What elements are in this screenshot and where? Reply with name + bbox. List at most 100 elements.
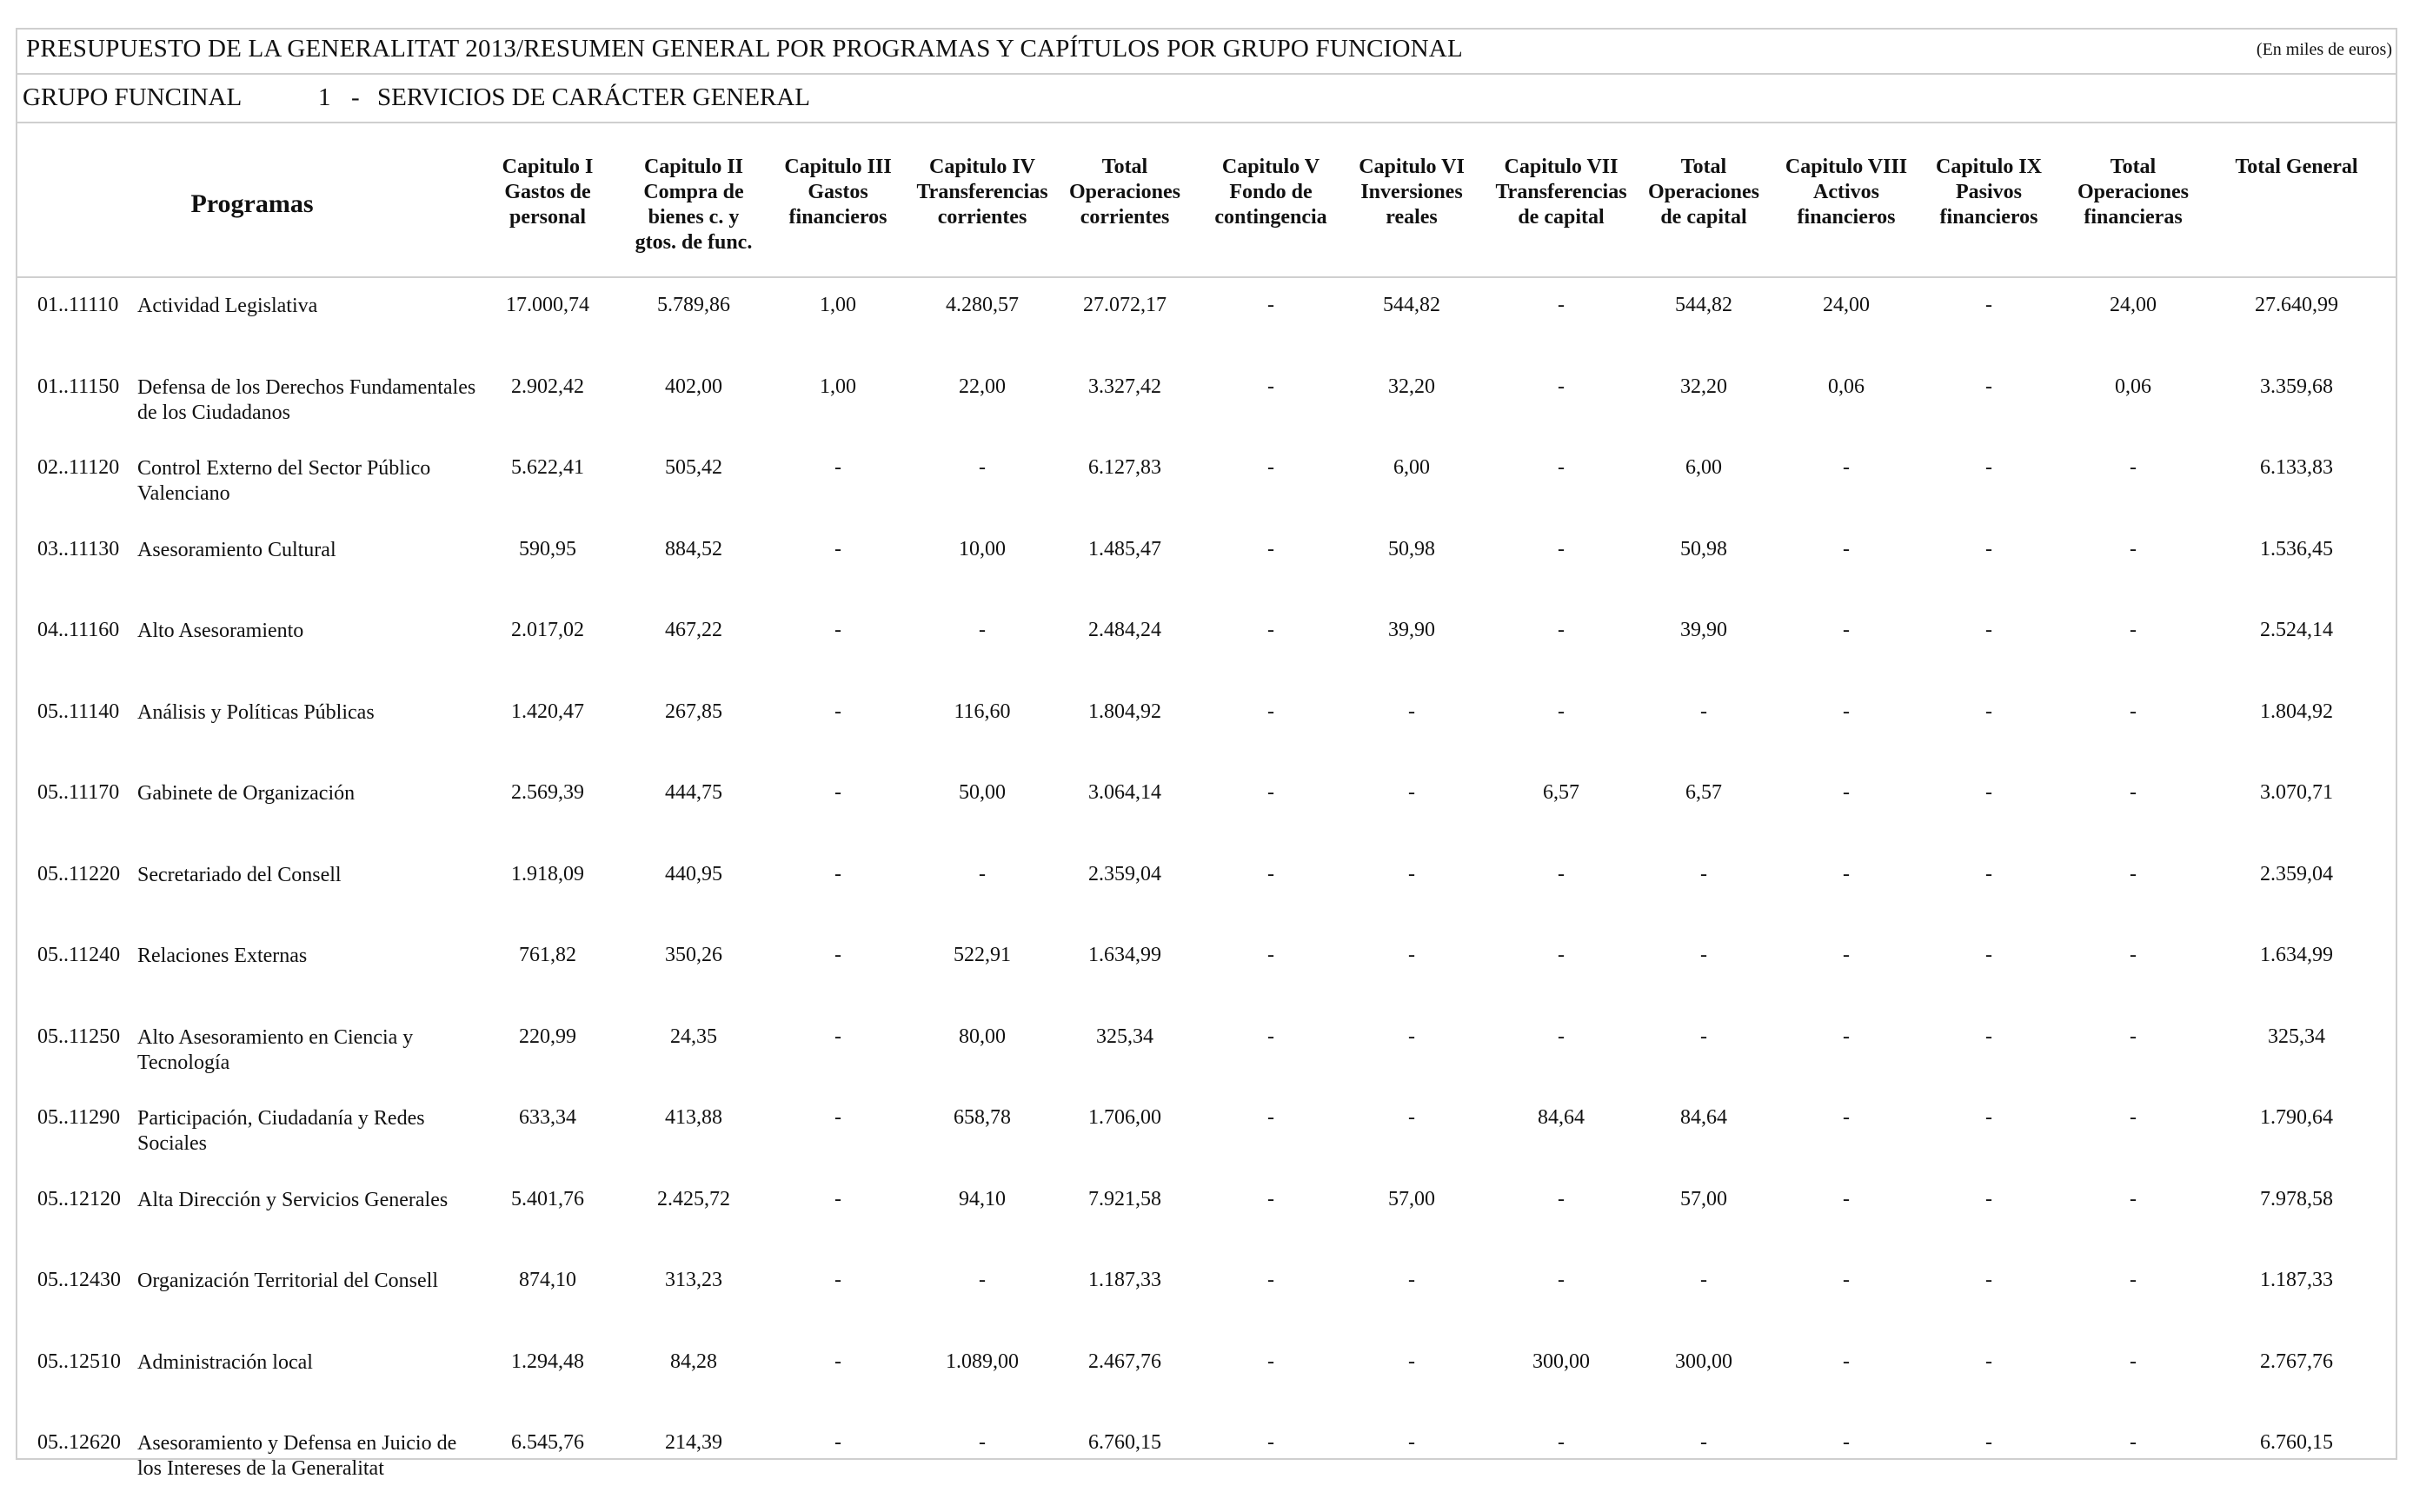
table-cell: -: [1985, 862, 1992, 885]
table-cell: 1.187,33: [2260, 1269, 2333, 1291]
table-cell: 22,00: [959, 375, 1006, 398]
table-cell: -: [1843, 1187, 1850, 1210]
table-cell: 6,57: [1685, 781, 1722, 804]
table-cell: -: [1985, 1350, 1992, 1373]
table-cell: -: [1558, 375, 1565, 398]
table-cell: -: [2130, 944, 2137, 966]
table-cell: 39,90: [1388, 619, 1435, 641]
program-name: Asesoramiento y Defensa en Juicio de los…: [137, 1432, 457, 1480]
table-cell: 0,06: [2115, 375, 2151, 398]
table-cell: 267,85: [665, 700, 722, 723]
table-cell: -: [834, 1431, 841, 1454]
table-cell: -: [1843, 1025, 1850, 1048]
table-cell: 1.420,47: [511, 700, 584, 723]
table-cell: -: [979, 1269, 986, 1291]
program-code: 04..11160: [37, 619, 120, 641]
table-cell: 24,00: [2110, 294, 2157, 316]
table-cell: 3.070,71: [2260, 781, 2333, 804]
table-cell: -: [1985, 1269, 1992, 1291]
table-cell: 2.467,76: [1088, 1350, 1161, 1373]
table-cell: -: [2130, 1431, 2137, 1454]
table-cell: -: [834, 781, 841, 804]
program-name: Relaciones Externas: [137, 945, 308, 967]
table-cell: -: [1843, 781, 1850, 804]
table-cell: -: [1985, 1187, 1992, 1210]
program-name: Administración local: [137, 1350, 313, 1374]
table-cell: 1.187,33: [1088, 1269, 1161, 1291]
column-header: Capitulo IV Transferencias corrientes: [916, 156, 1048, 229]
program-code: 05..12120: [37, 1187, 121, 1210]
table-cell: -: [834, 619, 841, 641]
table-row: 03..11130 Asesoramiento Cultural 590,95 884…: [17, 538, 2396, 619]
table-cell: 24,00: [1823, 294, 1870, 316]
table-row: 05..11140 Análisis y Políticas Públicas 1.…: [17, 700, 2396, 781]
program-name: Organización Territorial del Consell: [137, 1270, 438, 1292]
column-header: Total Operaciones de capital: [1648, 156, 1759, 229]
table-cell: 220,99: [519, 1025, 576, 1048]
table-cell: -: [1408, 1025, 1415, 1048]
table-cell: -: [1700, 1269, 1707, 1291]
table-cell: 1,00: [820, 375, 856, 398]
program-name: Control Externo del Sector Público Valen…: [137, 457, 431, 505]
table-cell: 32,20: [1388, 375, 1435, 398]
table-cell: 5.622,41: [511, 456, 584, 479]
program-code: 03..11130: [37, 537, 120, 560]
title-bar: PRESUPUESTO DE LA GENERALITAT 2013/RESUM…: [17, 30, 2396, 75]
table-cell: -: [2130, 537, 2137, 560]
budget-summary-table-frame: PRESUPUESTO DE LA GENERALITAT 2013/RESUM…: [16, 28, 2397, 1480]
table-cell: -: [1558, 1025, 1565, 1048]
table-cell: -: [1267, 1106, 1274, 1129]
table-cell: -: [834, 1350, 841, 1373]
table-cell: -: [1267, 1431, 1274, 1454]
program-code: 02..11120: [37, 456, 120, 479]
table-row: 01..11110 Actividad Legislativa 17.000,74 5…: [17, 294, 2396, 375]
table-cell: -: [1843, 700, 1850, 723]
table-cell: 2.569,39: [511, 781, 584, 804]
table-cell: 17.000,74: [506, 294, 589, 316]
table-cell: 1.485,47: [1088, 537, 1161, 560]
table-row: 01..11150 Defensa de los Derechos Fundame…: [17, 375, 2396, 456]
table-cell: 544,82: [1383, 294, 1440, 316]
program-name: Alto Asesoramiento: [137, 620, 304, 642]
table-cell: 94,10: [959, 1187, 1006, 1210]
program-name: Asesoramiento Cultural: [137, 538, 336, 561]
table-cell: -: [834, 1106, 841, 1129]
table-cell: -: [1700, 1025, 1707, 1048]
table-cell: -: [2130, 1025, 2137, 1048]
table-cell: -: [2130, 1269, 2137, 1291]
table-cell: -: [1267, 700, 1274, 723]
table-cell: 24,35: [670, 1025, 717, 1048]
table-cell: 1.294,48: [511, 1350, 584, 1373]
table-cell: 6.127,83: [1088, 456, 1161, 479]
table-cell: -: [1408, 1431, 1415, 1454]
table-cell: -: [1408, 700, 1415, 723]
table-cell: -: [1558, 862, 1565, 885]
table-cell: 39,90: [1680, 619, 1727, 641]
table-cell: 2.902,42: [511, 375, 584, 398]
table-cell: -: [1558, 1269, 1565, 1291]
table-cell: -: [834, 1187, 841, 1210]
table-cell: -: [1843, 1431, 1850, 1454]
table-cell: -: [1843, 944, 1850, 966]
table-row: 05..11220 Secretariado del Consell 1.918,0…: [17, 863, 2396, 944]
table-cell: 300,00: [1675, 1350, 1732, 1373]
table-cell: -: [1408, 944, 1415, 966]
table-cell: -: [1267, 1269, 1274, 1291]
table-cell: 1.804,92: [1088, 700, 1161, 723]
table-row: 05..11290 Participación, Ciudadanía y Red…: [17, 1106, 2396, 1187]
table-cell: 1.536,45: [2260, 537, 2333, 560]
table-cell: -: [979, 1431, 986, 1454]
table-cell: 57,00: [1680, 1187, 1727, 1210]
table-cell: -: [1843, 1106, 1850, 1129]
table-cell: -: [979, 456, 986, 479]
table-cell: 467,22: [665, 619, 722, 641]
table-cell: -: [1985, 700, 1992, 723]
column-headers: Programas Capitulo I Gastos de personal C…: [17, 123, 2396, 278]
table-cell: 761,82: [519, 944, 576, 966]
table-cell: -: [2130, 619, 2137, 641]
table-cell: 350,26: [665, 944, 722, 966]
table-cell: 6.545,76: [511, 1431, 584, 1454]
program-name: Alta Dirección y Servicios Generales: [137, 1188, 449, 1211]
table-cell: -: [2130, 862, 2137, 885]
program-name: Participación, Ciudadanía y Redes Social…: [137, 1107, 425, 1155]
